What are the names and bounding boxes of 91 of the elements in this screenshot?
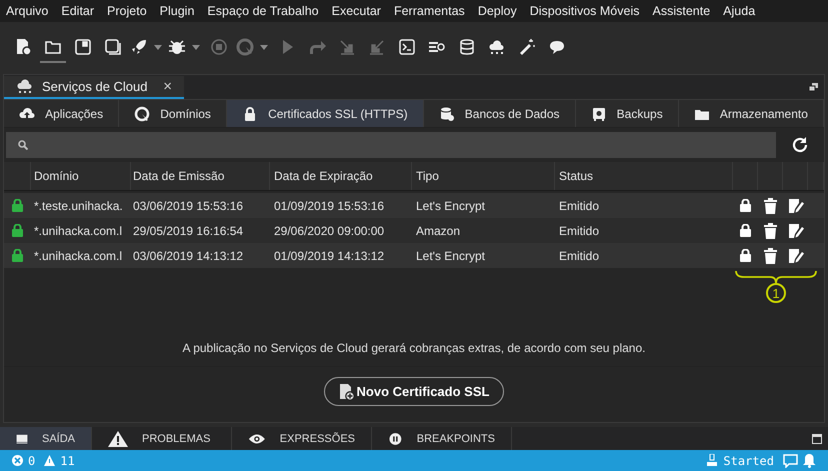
menu-item[interactable]: Dispositivos Móveis [530,4,640,18]
lock-icon [12,249,23,262]
close-button[interactable]: × [163,78,172,95]
notice-text: A publicação no Serviços de Cloud gerará cobranças extras, de acordo com seu plano. [4,341,824,367]
menu-item[interactable]: Arquivo [6,4,48,18]
menu-item[interactable]: Executar [332,4,381,18]
table-cell: 01/09/2019 15:53:16 [274,198,384,212]
trash-icon[interactable] [764,248,777,264]
edit-icon[interactable] [788,222,804,238]
lock-icon[interactable] [740,249,751,262]
table-cell: Emitido [559,198,600,212]
safe-icon [590,106,607,122]
caret-icon [260,44,268,50]
column-header[interactable]: Status [559,169,594,183]
step-out-icon [368,38,386,56]
lock-icon[interactable] [740,224,751,237]
callout-number: 1 [766,283,786,303]
maximize-icon[interactable] [812,434,822,444]
panel-tab[interactable]: SAÍDA [0,427,92,450]
menu-item[interactable]: Espaço de Trabalho [207,4,319,18]
table-cell: *.unihacka.com.l [34,224,122,238]
chat-icon [548,38,566,56]
tab[interactable]: Aplicações [4,100,120,127]
column-header[interactable]: Data de Emissão [133,169,224,183]
cloud-icon [488,38,506,56]
table-cell: *.teste.unihacka. [34,198,123,212]
menu-item[interactable]: Plugin [160,4,194,18]
search-field[interactable] [6,132,776,158]
caret-icon [154,44,162,50]
error-count: 0 [28,454,36,468]
search-icon [18,140,28,150]
step-over-icon [308,38,326,56]
new-file-icon [14,38,32,56]
folder-icon [44,38,62,56]
chat-icon[interactable] [783,454,798,468]
terminal-icon [398,38,416,56]
menu-item[interactable]: Assistente [652,4,710,18]
tab[interactable]: Backups [576,100,679,127]
new-file-icon [338,382,355,400]
new-certificate-button[interactable]: Novo Certificado SSL [324,377,504,406]
database-icon [438,106,455,122]
tab[interactable]: Bancos de Dados [424,100,576,127]
bell-icon[interactable] [803,454,816,468]
warning-icon [108,430,128,446]
windows-icon [104,38,122,56]
lock-icon [12,224,23,237]
tab[interactable]: Certificados SSL (HTTPS) [227,100,424,127]
edit-icon[interactable] [788,198,804,214]
table-cell: Let's Encrypt [416,248,485,262]
bug-icon [168,38,186,56]
rocket-icon [130,38,148,56]
table-cell: 03/06/2019 14:13:12 [133,248,244,262]
table-cell: Emitido [559,248,600,262]
menu-item[interactable]: Projeto [107,4,147,18]
database-icon [458,38,476,56]
caret-icon [192,44,200,50]
trash-icon[interactable] [764,198,777,214]
table-cell: 01/09/2019 14:13:12 [274,248,384,262]
menu-item[interactable]: Editar [61,4,94,18]
edit-icon[interactable] [788,248,804,264]
table-cell: 29/05/2019 16:16:54 [133,224,244,238]
menu-item[interactable]: Ajuda [723,4,756,18]
table-cell: Emitido [559,224,600,238]
error-icon[interactable] [12,455,23,466]
stop-icon [210,38,228,56]
table-cell: 03/06/2019 15:53:16 [133,198,244,212]
warning-icon[interactable] [44,455,56,466]
window-icon [74,38,92,56]
table-cell: Amazon [416,224,460,238]
warning-count: 11 [60,454,75,468]
editor-tab[interactable]: Serviços de Cloud × [4,76,184,99]
column-header[interactable]: Data de Expiração [274,169,373,183]
pause-icon [388,430,403,446]
tab[interactable]: Armazenamento [678,100,824,127]
column-header[interactable]: Domínio [34,169,79,183]
lock-icon [12,199,23,212]
trash-icon[interactable] [764,222,777,238]
table-cell: 29/06/2020 09:00:00 [274,224,384,238]
cloud-icon [16,78,34,94]
table-cell: *.unihacka.com.l [34,248,122,262]
column-header[interactable]: Tipo [416,169,439,183]
refresh-icon [791,136,809,154]
lock-icon[interactable] [740,199,751,212]
table-cell: Let's Encrypt [416,198,485,212]
wand-icon [518,38,536,56]
menu-item[interactable]: Ferramentas [394,4,465,18]
tab-title: Serviços de Cloud [42,79,148,94]
menu-item[interactable]: Deploy [478,4,517,18]
server-status: Started [723,454,774,468]
step-in-icon [338,38,356,56]
restore-icon[interactable] [809,83,818,91]
